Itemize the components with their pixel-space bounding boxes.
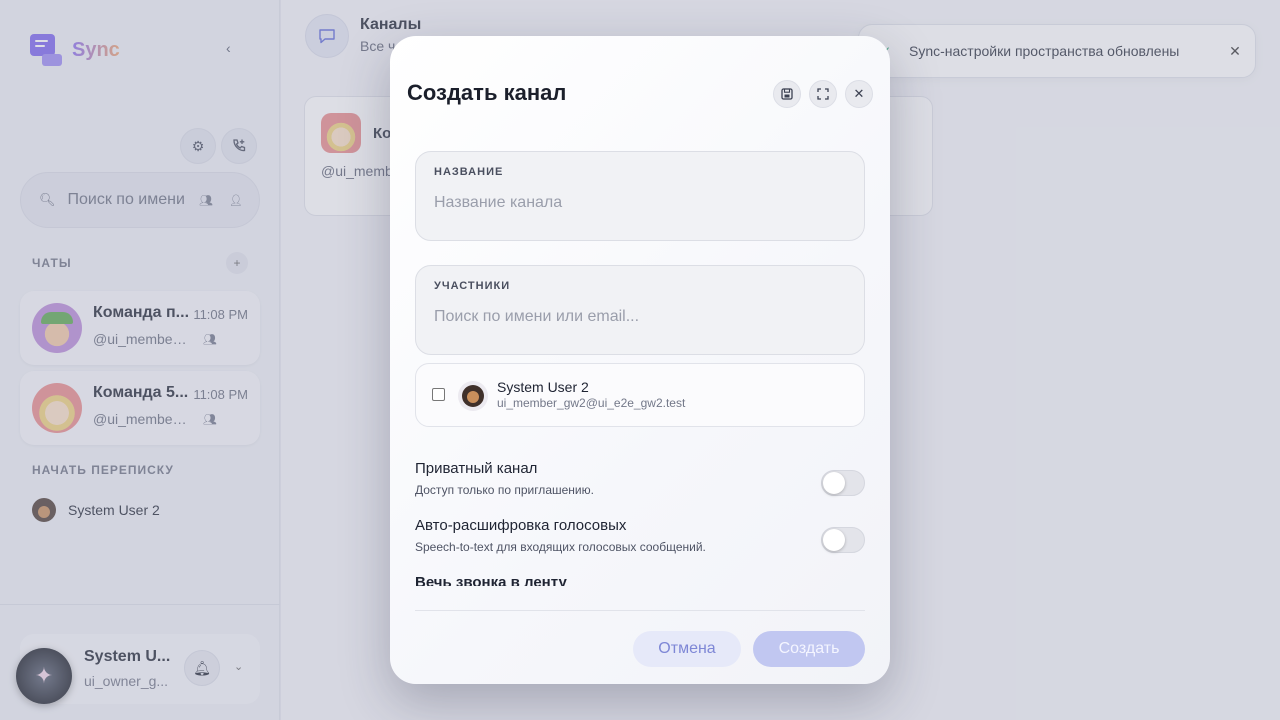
auto-transcribe-toggle[interactable] <box>821 527 865 553</box>
expand-button[interactable] <box>809 80 837 108</box>
auto-transcribe-option: Авто-расшифровка голосовых Speech-to-tex… <box>415 517 865 554</box>
member-search-input[interactable] <box>434 308 844 326</box>
private-channel-toggle[interactable] <box>821 470 865 496</box>
option-title: Авто-расшифровка голосовых <box>415 517 627 534</box>
create-button[interactable]: Создать <box>753 631 865 667</box>
option-title: Приватный канал <box>415 460 538 477</box>
member-option[interactable]: System User 2 ui_member_gw2@ui_e2e_gw2.t… <box>415 363 865 427</box>
option-description: Доступ только по приглашению. <box>415 483 594 497</box>
expand-icon <box>817 88 829 100</box>
close-icon: ✕ <box>853 86 865 101</box>
close-button[interactable]: ✕ <box>845 80 873 108</box>
members-field: УЧАСТНИКИ <box>415 265 865 355</box>
option-description: Speech-to-text для входящих голосовых со… <box>415 540 706 554</box>
name-field-label: НАЗВАНИЕ <box>434 166 504 178</box>
private-channel-option: Приватный канал Доступ только по приглаш… <box>415 460 865 497</box>
member-name: System User 2 <box>497 379 589 395</box>
option-title-partial: Вечь звонка в ленту <box>415 574 567 586</box>
divider <box>415 610 865 611</box>
channel-name-input[interactable] <box>434 194 844 212</box>
save-icon <box>781 88 793 100</box>
members-field-label: УЧАСТНИКИ <box>434 280 511 292</box>
create-channel-dialog: Создать канал ✕ НАЗВАНИЕ УЧАСТНИКИ Syste… <box>390 36 890 684</box>
save-draft-button[interactable] <box>773 80 801 108</box>
member-checkbox[interactable] <box>432 388 445 401</box>
member-email: ui_member_gw2@ui_e2e_gw2.test <box>497 396 686 410</box>
name-field: НАЗВАНИЕ <box>415 151 865 241</box>
cancel-button[interactable]: Отмена <box>633 631 741 667</box>
dialog-title: Создать канал <box>407 80 567 105</box>
avatar <box>458 381 488 411</box>
